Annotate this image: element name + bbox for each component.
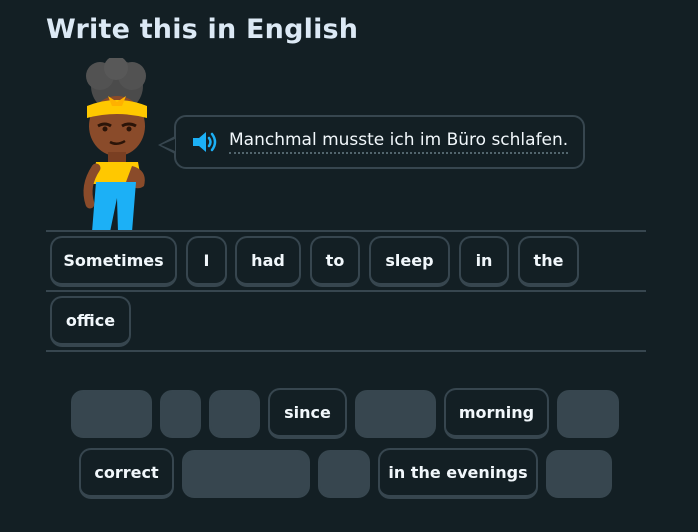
speech-bubble: Manchmal musste ich im Büro schlafen. bbox=[174, 115, 585, 169]
word-bank-tile[interactable]: in the evenings bbox=[378, 448, 538, 499]
word-bank-empty-slot bbox=[318, 450, 370, 498]
answer-tile[interactable]: Sometimes bbox=[50, 236, 177, 287]
word-bank-empty-slot bbox=[182, 450, 310, 498]
speech-bubble-tail-inner bbox=[161, 139, 175, 151]
answer-tile[interactable]: sleep bbox=[369, 236, 450, 287]
word-bank-empty-slot bbox=[209, 390, 260, 438]
answer-tile[interactable]: the bbox=[518, 236, 579, 287]
word-bank-empty-slot bbox=[355, 390, 436, 438]
word-bank-empty-slot bbox=[546, 450, 612, 498]
word-bank-empty-slot bbox=[160, 390, 201, 438]
page-title: Write this in English bbox=[46, 14, 359, 45]
answer-line bbox=[46, 350, 646, 352]
word-bank-empty-slot bbox=[557, 390, 619, 438]
answer-tile[interactable]: in bbox=[459, 236, 509, 287]
word-bank-tile[interactable]: correct bbox=[79, 448, 174, 499]
answer-tile[interactable]: had bbox=[235, 236, 301, 287]
word-bank-empty-slot bbox=[71, 390, 152, 438]
speaker-icon[interactable] bbox=[191, 130, 219, 154]
answer-tile[interactable]: I bbox=[186, 236, 227, 287]
word-bank-tile[interactable]: since bbox=[268, 388, 347, 439]
character-illustration bbox=[83, 58, 147, 232]
word-bank-tile[interactable]: morning bbox=[444, 388, 549, 439]
answer-tile[interactable]: to bbox=[310, 236, 360, 287]
prompt-sentence[interactable]: Manchmal musste ich im Büro schlafen. bbox=[229, 130, 569, 154]
answer-line bbox=[46, 230, 646, 232]
answer-tile[interactable]: office bbox=[50, 296, 131, 347]
answer-line bbox=[46, 290, 646, 292]
